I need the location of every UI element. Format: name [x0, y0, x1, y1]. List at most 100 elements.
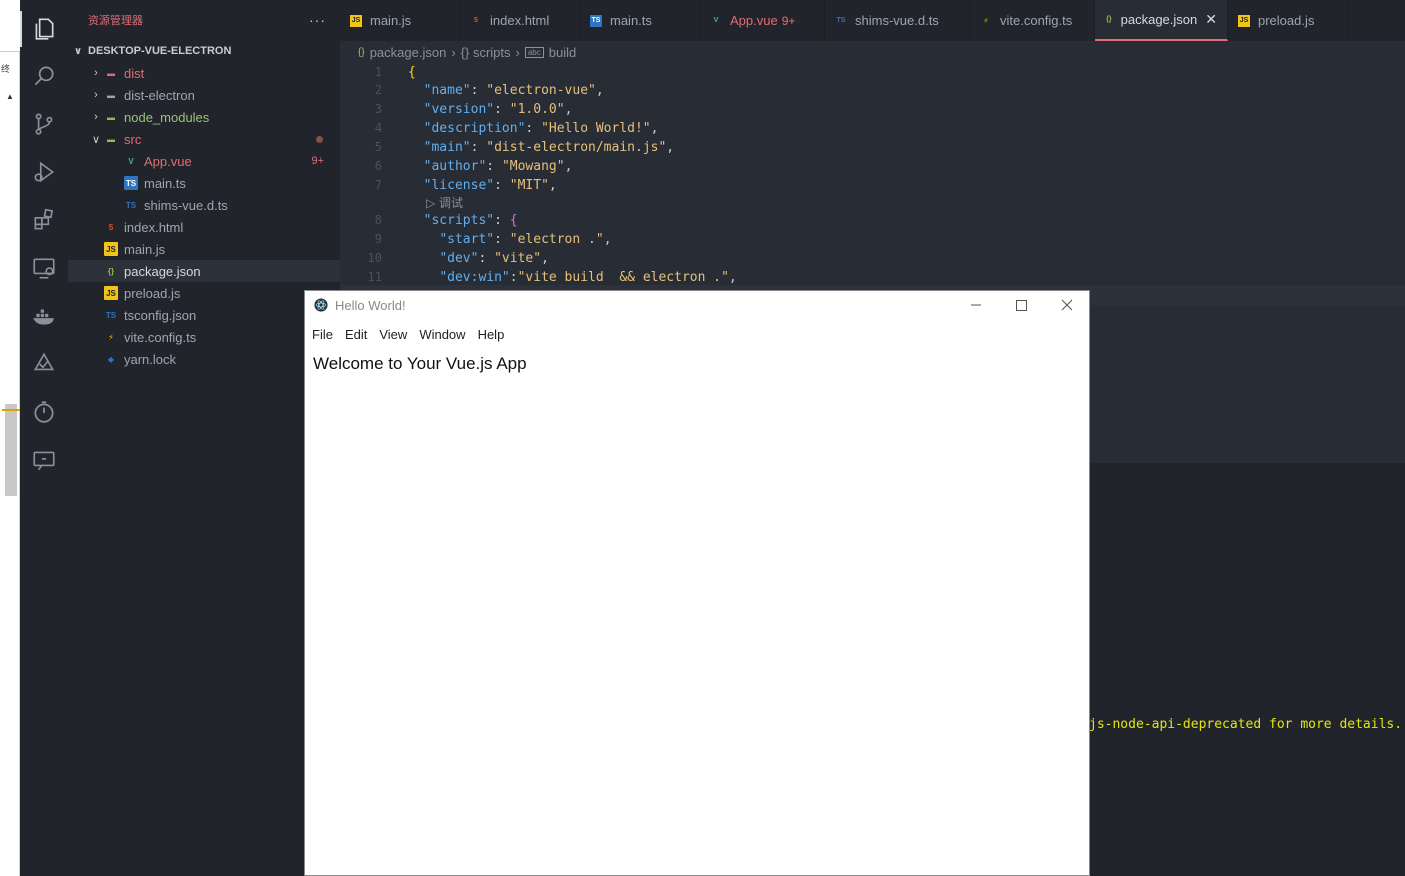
code-content: "version": "1.0.0",	[408, 100, 573, 119]
tree-item-label: dist	[124, 65, 145, 81]
folder-icon: ▬	[107, 112, 115, 122]
tree-item[interactable]: › ▬ dist	[68, 62, 340, 84]
tree-item-label: package.json	[124, 263, 201, 279]
maximize-button[interactable]	[998, 291, 1044, 319]
chevron-down-icon: ∨	[74, 45, 83, 57]
tree-item-label: yarn.lock	[124, 351, 177, 367]
tree-item-label: shims-vue.d.ts	[144, 197, 228, 213]
app-titlebar[interactable]: Hello World!	[305, 291, 1089, 319]
editor-tab[interactable]: JS preload.js	[1228, 0, 1348, 41]
json-colon: :	[509, 270, 518, 285]
extensions-icon[interactable]	[20, 196, 68, 244]
code-content: "main": "dist-electron/main.js",	[408, 138, 674, 157]
json-file-icon: {}	[107, 266, 115, 276]
source-control-icon[interactable]	[20, 100, 68, 148]
tree-item[interactable]: TS main.ts	[68, 172, 340, 194]
scroll-up-icon[interactable]: ▲	[6, 92, 14, 101]
json-key: "license"	[423, 178, 495, 193]
minimize-icon	[971, 304, 981, 306]
tree-item[interactable]: V App.vue 9+	[68, 150, 340, 172]
code-line: 8 "scripts": {	[340, 211, 1405, 230]
menu-view[interactable]: View	[373, 327, 413, 342]
scrollbar-thumb[interactable]	[5, 404, 17, 496]
code-brace: {	[408, 65, 416, 80]
chevron-right-icon: ›	[94, 89, 98, 101]
tab-label: package.json	[1120, 12, 1198, 27]
tree-item[interactable]: › ▬ dist-electron	[68, 84, 340, 106]
code-line: 2 "name": "electron-vue",	[340, 81, 1405, 100]
tree-item[interactable]: › ▬ node_modules	[68, 106, 340, 128]
tree-item[interactable]: JS main.js	[68, 238, 340, 260]
code-line: 9 "start": "electron .",	[340, 230, 1405, 249]
search-icon[interactable]	[20, 52, 68, 100]
editor-tab[interactable]: 5 index.html	[460, 0, 580, 41]
vitest-icon[interactable]	[20, 340, 68, 388]
line-number: 7	[374, 178, 382, 192]
electron-logo-icon	[314, 298, 328, 312]
timeline-icon[interactable]	[20, 388, 68, 436]
breadcrumb-section[interactable]: {} scripts	[461, 45, 511, 60]
file-type-icon: JS	[350, 14, 362, 27]
file-type-icon: JS	[1238, 14, 1250, 27]
tab-label: main.ts	[610, 13, 652, 28]
project-folder-header[interactable]: ∨ DESKTOP-VUE-ELECTRON	[68, 40, 340, 62]
editor-tab[interactable]: TS shims-vue.d.ts	[825, 0, 970, 41]
tree-item[interactable]: {} package.json	[68, 260, 340, 282]
breadcrumb-file[interactable]: package.json	[370, 45, 447, 60]
code-line: 3 "version": "1.0.0",	[340, 100, 1405, 119]
live-share-icon[interactable]	[20, 436, 68, 484]
tree-item[interactable]: 5 index.html	[68, 216, 340, 238]
tree-item[interactable]: TS shims-vue.d.ts	[68, 194, 340, 216]
tree-item[interactable]: ◆ yarn.lock	[68, 348, 340, 370]
more-actions-icon[interactable]: ···	[309, 12, 326, 28]
editor-tab[interactable]: ⚡ vite.config.ts	[970, 0, 1095, 41]
docker-icon[interactable]	[20, 292, 68, 340]
breadcrumb-leaf[interactable]: build	[549, 45, 576, 60]
json-file-icon: {}	[358, 46, 365, 58]
line-number: 6	[374, 159, 382, 173]
file-type-icon: TS	[836, 17, 846, 24]
menu-window[interactable]: Window	[413, 327, 471, 342]
file-tree: › ▬ dist › ▬ dist-electron › ▬ node_modules ∨ ▬ src…	[68, 62, 340, 370]
json-value: "vite"	[494, 251, 542, 266]
json-colon: :	[470, 140, 487, 155]
editor-tab[interactable]: TS main.ts	[580, 0, 700, 41]
debug-codelens[interactable]: ▷ 调试	[426, 194, 463, 211]
explorer-icon[interactable]	[20, 5, 68, 53]
remote-explorer-icon[interactable]	[20, 244, 68, 292]
json-value: "Hello World!"	[541, 121, 651, 136]
code-content: "dev": "vite",	[408, 249, 549, 268]
json-comma: ,	[564, 159, 573, 174]
tree-item[interactable]: ∨ ▬ src	[68, 128, 340, 150]
tree-item[interactable]: ⚡ vite.config.ts	[68, 326, 340, 348]
explorer-sidebar: 资源管理器 ··· ∨ DESKTOP-VUE-ELECTRON › ▬ dist ›…	[68, 0, 340, 876]
code-content: "author": "Mowang",	[408, 157, 573, 176]
folder-icon: ▬	[107, 90, 115, 100]
json-comma: ,	[603, 232, 612, 247]
tab-label: preload.js	[1258, 13, 1315, 28]
editor-tab[interactable]: JS main.js	[340, 0, 460, 41]
typescript-file-icon: TS	[124, 176, 138, 190]
line-number: 10	[367, 251, 382, 265]
json-colon: :	[494, 178, 510, 193]
menu-help[interactable]: Help	[472, 327, 511, 342]
json-colon: :	[494, 232, 510, 247]
close-tab-icon[interactable]: ✕	[1205, 11, 1217, 28]
line-number: 1	[374, 65, 382, 79]
file-type-icon: {}	[1106, 16, 1112, 23]
tree-item[interactable]: JS preload.js	[68, 282, 340, 304]
tree-item-label: node_modules	[124, 109, 210, 125]
menu-file[interactable]: File	[306, 327, 339, 342]
code-content: {	[408, 63, 416, 82]
close-button[interactable]	[1044, 291, 1090, 319]
editor-tab[interactable]: V App.vue 9+	[700, 0, 825, 41]
menu-edit[interactable]: Edit	[339, 327, 373, 342]
run-debug-icon[interactable]	[20, 148, 68, 196]
code-line: 11 "dev:win":"vite build && electron .",	[340, 268, 1405, 287]
tree-item[interactable]: TS tsconfig.json	[68, 304, 340, 326]
editor-tab[interactable]: {} package.json ✕	[1095, 0, 1228, 41]
minimize-button[interactable]	[953, 291, 999, 319]
code-content: "start": "electron .",	[408, 230, 612, 249]
json-comma: ,	[541, 251, 549, 266]
tree-item-label: src	[124, 131, 142, 147]
